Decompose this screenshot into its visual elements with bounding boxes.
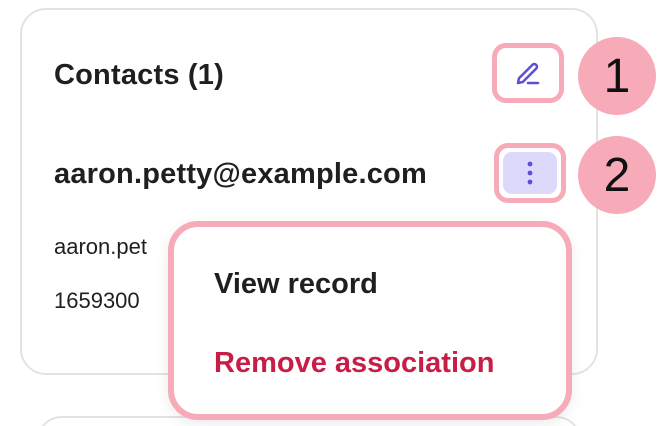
- contact-more-actions-button[interactable]: [494, 143, 566, 203]
- vertical-ellipsis-icon: [527, 161, 533, 185]
- contacts-title: Contacts (1): [54, 59, 224, 91]
- contact-email-heading[interactable]: aaron.petty@example.com: [54, 157, 427, 191]
- contact-actions-menu: View record Remove association: [168, 221, 572, 420]
- more-button-inner[interactable]: [503, 152, 557, 194]
- annotation-badge-2: 2: [578, 136, 656, 214]
- annotation-badge-1: 1: [578, 37, 656, 115]
- pencil-icon: [516, 62, 540, 85]
- edit-contacts-button[interactable]: [492, 43, 564, 103]
- menu-item-remove-association[interactable]: Remove association: [214, 346, 494, 380]
- edit-button-inner[interactable]: [501, 52, 555, 94]
- menu-item-view-record[interactable]: View record: [214, 267, 378, 301]
- contact-email-detail: aaron.pet: [54, 234, 147, 259]
- screen: Contacts (1) aaron.petty@example.com aar…: [0, 0, 660, 426]
- contact-phone-detail: 1659300: [54, 288, 140, 313]
